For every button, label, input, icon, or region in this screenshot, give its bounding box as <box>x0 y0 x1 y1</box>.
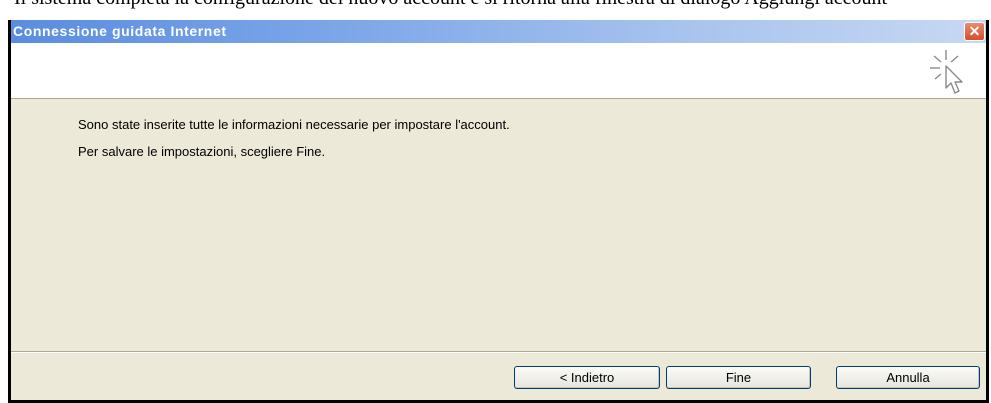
title-bar[interactable]: Connessione guidata Internet ✕ <box>11 20 986 43</box>
cancel-button[interactable]: Annulla <box>836 366 980 389</box>
button-divider <box>11 351 986 353</box>
close-button[interactable]: ✕ <box>964 22 985 41</box>
finish-button[interactable]: Fine <box>666 366 811 389</box>
wizard-dialog: Connessione guidata Internet ✕ Sono stat… <box>8 20 989 403</box>
close-icon: ✕ <box>968 23 981 39</box>
info-message: Sono state inserite tutte le informazion… <box>78 117 510 132</box>
back-button[interactable]: < Indietro <box>514 366 660 389</box>
document-text-strip: Il sistema completa la configurazione de… <box>0 0 991 20</box>
wizard-header-panel <box>11 43 986 99</box>
document-cropped-text: Il sistema completa la configurazione de… <box>14 0 887 10</box>
instruction-message: Per salvare le impostazioni, scegliere F… <box>78 144 326 159</box>
wizard-pointer-icon <box>930 50 963 94</box>
window-title: Connessione guidata Internet <box>13 23 227 39</box>
